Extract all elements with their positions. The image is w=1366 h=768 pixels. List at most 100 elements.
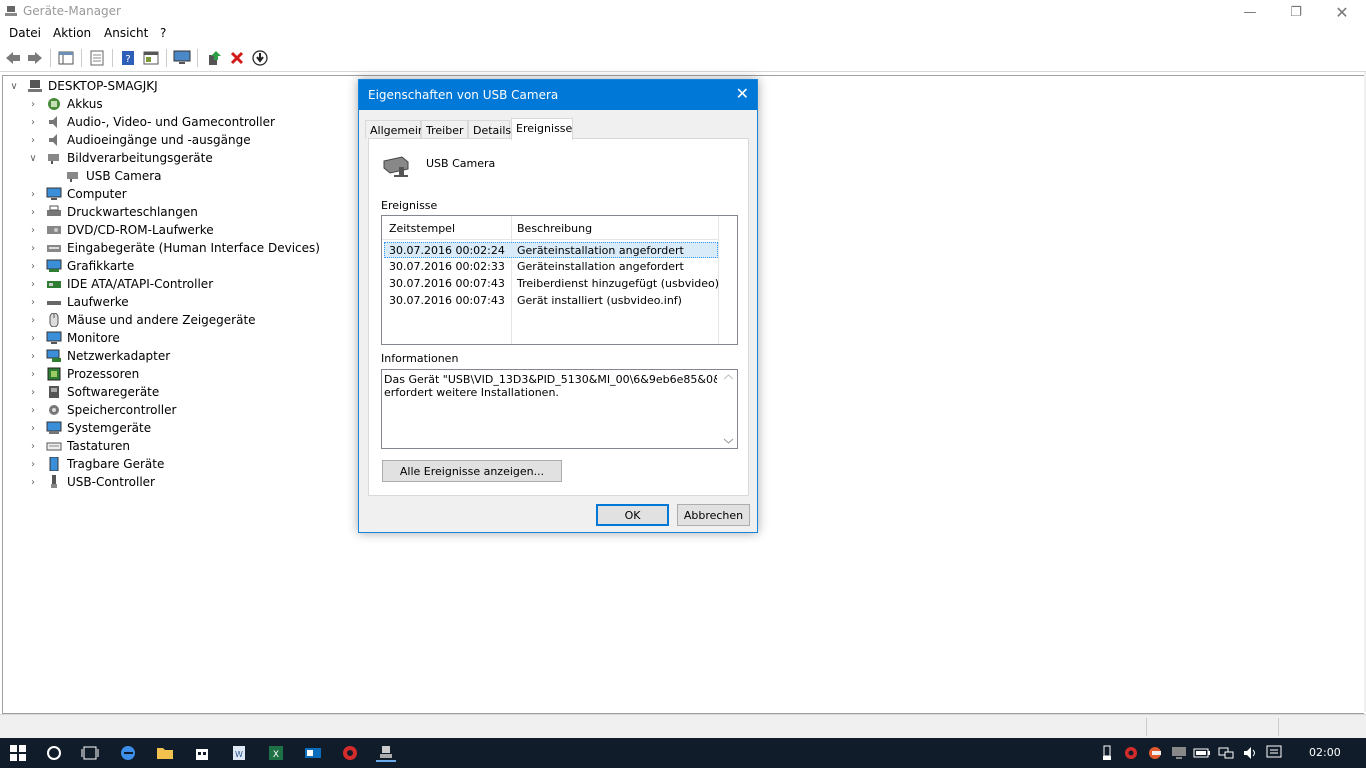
expand-chevron-icon[interactable]: › <box>27 351 39 362</box>
tree-item-imaging-devices[interactable]: ∨ Bildverarbeitungsgeräte <box>27 149 212 167</box>
dialog-close-icon[interactable]: ✕ <box>736 84 749 103</box>
tray-notifications-icon[interactable] <box>1264 744 1284 762</box>
event-row[interactable]: 30.07.2016 00:02:24 Geräteinstallation a… <box>384 242 718 258</box>
tree-item-computer[interactable]: › Computer <box>27 185 127 203</box>
enable-device-button[interactable] <box>251 49 269 67</box>
expand-chevron-icon[interactable]: › <box>27 225 39 236</box>
tab-allgemein[interactable]: Allgemein <box>365 120 425 139</box>
uninstall-button[interactable] <box>228 49 246 67</box>
tree-item-keyboards[interactable]: › Tastaturen <box>27 437 130 455</box>
expand-chevron-icon[interactable]: › <box>27 297 39 308</box>
tree-item-graphics[interactable]: › Grafikkarte <box>27 257 134 275</box>
tab-ereignisse[interactable]: Ereignisse <box>511 118 573 140</box>
taskbar-outlook[interactable] <box>303 744 323 762</box>
search-button[interactable] <box>44 744 64 762</box>
expand-chevron-icon[interactable]: › <box>27 207 39 218</box>
show-all-events-button[interactable]: Alle Ereignisse anzeigen... <box>382 460 562 482</box>
information-textbox[interactable]: Das Gerät "USB\VID_13D3&PID_5130&MI_00\6… <box>381 369 738 449</box>
show-hide-console-tree-button[interactable] <box>57 49 75 67</box>
taskbar-wordpad[interactable]: W <box>229 744 249 762</box>
ok-button[interactable]: OK <box>596 504 669 526</box>
taskbar-store[interactable] <box>192 744 212 762</box>
taskbar-app-red[interactable] <box>340 744 360 762</box>
tree-item-processors[interactable]: › Prozessoren <box>27 365 139 383</box>
tray-red-app-icon[interactable] <box>1121 744 1141 762</box>
expand-chevron-icon[interactable]: › <box>27 189 39 200</box>
taskbar-explorer[interactable] <box>155 744 175 762</box>
column-header-timestamp[interactable]: Zeitstempel <box>389 222 455 235</box>
menu-help[interactable]: ? <box>160 26 166 40</box>
view-button[interactable] <box>142 49 160 67</box>
tray-volume-icon[interactable] <box>1240 744 1260 762</box>
menu-datei[interactable]: Datei <box>9 26 41 40</box>
events-list[interactable]: Zeitstempel Beschreibung 30.07.2016 00:0… <box>381 215 738 345</box>
back-button[interactable] <box>4 49 22 67</box>
expand-chevron-icon[interactable]: › <box>27 99 39 110</box>
column-header-description[interactable]: Beschreibung <box>517 222 592 235</box>
tree-item-akkus[interactable]: › Akkus <box>27 95 103 113</box>
tree-item-software-devices[interactable]: › Softwaregeräte <box>27 383 159 401</box>
expand-chevron-icon[interactable]: › <box>27 117 39 128</box>
menu-ansicht[interactable]: Ansicht <box>104 26 148 40</box>
close-button[interactable]: ✕ <box>1319 0 1365 24</box>
event-row[interactable]: 30.07.2016 00:07:43 Treiberdienst hinzug… <box>384 276 719 292</box>
expand-chevron-icon[interactable]: › <box>27 315 39 326</box>
restore-button[interactable]: ❐ <box>1273 0 1319 24</box>
tray-display-icon[interactable] <box>1169 744 1189 762</box>
taskbar-device-manager[interactable] <box>376 744 396 762</box>
minimize-button[interactable]: — <box>1227 0 1273 24</box>
scroll-down-icon[interactable] <box>720 434 737 448</box>
help-button[interactable]: ? <box>119 49 137 67</box>
scroll-up-icon[interactable] <box>720 370 737 384</box>
tray-network-icon[interactable] <box>1216 744 1236 762</box>
tree-item-usb-camera[interactable]: USB Camera <box>65 167 162 185</box>
clock[interactable]: 02:00 <box>1309 746 1341 759</box>
taskbar-excel[interactable]: X <box>266 744 286 762</box>
tree-item-hid[interactable]: › Eingabegeräte (Human Interface Devices… <box>27 239 320 257</box>
menu-aktion[interactable]: Aktion <box>53 26 91 40</box>
scan-hardware-button[interactable] <box>173 49 191 67</box>
tray-app-icon[interactable] <box>1145 744 1165 762</box>
event-row[interactable]: 30.07.2016 00:02:33 Geräteinstallation a… <box>384 259 718 275</box>
tree-item-mice[interactable]: › Mäuse und andere Zeigegeräte <box>27 311 256 329</box>
update-driver-button[interactable] <box>205 49 223 67</box>
expand-chevron-icon[interactable]: › <box>27 405 39 416</box>
expand-chevron-icon[interactable]: › <box>27 243 39 254</box>
tree-item-audio-video[interactable]: › Audio-, Video- und Gamecontroller <box>27 113 275 131</box>
tree-item-dvd-drives[interactable]: › DVD/CD-ROM-Laufwerke <box>27 221 214 239</box>
taskbar-edge[interactable] <box>118 744 138 762</box>
expand-chevron-icon[interactable]: › <box>27 459 39 470</box>
tree-item-system-devices[interactable]: › Systemgeräte <box>27 419 151 437</box>
task-view-button[interactable] <box>80 744 100 762</box>
tree-item-drives[interactable]: › Laufwerke <box>27 293 129 311</box>
tree-item-usb-controllers[interactable]: › USB-Controller <box>27 473 155 491</box>
forward-button[interactable] <box>26 49 44 67</box>
tree-item-print-queues[interactable]: › Druckwarteschlangen <box>27 203 198 221</box>
information-scrollbar[interactable] <box>720 370 737 448</box>
start-button[interactable] <box>8 744 28 762</box>
tree-item-portable-devices[interactable]: › Tragbare Geräte <box>27 455 164 473</box>
event-row[interactable]: 30.07.2016 00:07:43 Gerät installiert (u… <box>384 293 718 309</box>
tree-item-audio-io[interactable]: › Audioeingänge und -ausgänge <box>27 131 251 149</box>
expand-chevron-icon[interactable]: › <box>27 441 39 452</box>
expand-chevron-icon[interactable]: › <box>27 423 39 434</box>
properties-button[interactable] <box>88 49 106 67</box>
cancel-button[interactable]: Abbrechen <box>677 504 750 526</box>
expand-chevron-icon[interactable]: › <box>27 387 39 398</box>
expand-chevron-icon[interactable]: › <box>27 333 39 344</box>
tree-root[interactable]: ∨ DESKTOP-SMAGJKJ <box>8 77 157 95</box>
tree-item-storage-controllers[interactable]: › Speichercontroller <box>27 401 176 419</box>
expand-chevron-icon[interactable]: › <box>27 477 39 488</box>
expand-chevron-icon[interactable]: › <box>27 261 39 272</box>
tree-item-network[interactable]: › Netzwerkadapter <box>27 347 170 365</box>
expand-chevron-icon[interactable]: › <box>27 135 39 146</box>
tray-usb-icon[interactable] <box>1097 744 1117 762</box>
collapse-chevron-icon[interactable]: ∨ <box>8 81 20 92</box>
tab-details[interactable]: Details <box>468 120 511 139</box>
expand-chevron-icon[interactable]: › <box>27 279 39 290</box>
tree-item-monitors[interactable]: › Monitore <box>27 329 120 347</box>
tray-battery-icon[interactable] <box>1192 744 1212 762</box>
expand-chevron-icon[interactable]: › <box>27 369 39 380</box>
collapse-chevron-icon[interactable]: ∨ <box>27 153 39 164</box>
tab-treiber[interactable]: Treiber <box>421 120 468 139</box>
